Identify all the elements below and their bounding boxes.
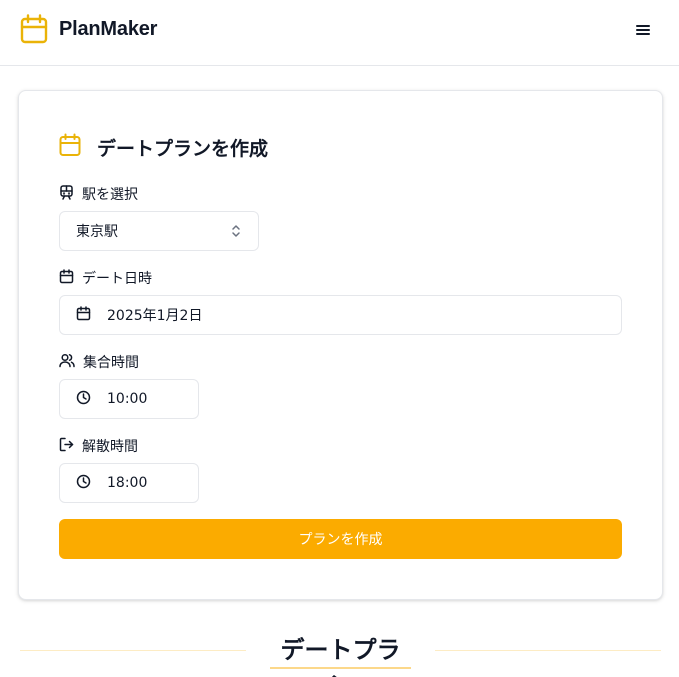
end-time-label-text: 解散時間 (82, 439, 138, 455)
create-plan-button[interactable]: プランを作成 (59, 519, 622, 559)
form-title-text: デートプランを作成 (97, 137, 269, 160)
app-name: PlanMaker (59, 17, 158, 40)
calendar-icon (59, 133, 81, 161)
title-underline (270, 667, 411, 669)
date-label-text: デート日時 (82, 271, 152, 287)
users-icon (59, 353, 75, 372)
date-picker[interactable]: 2025年1月2日 (59, 295, 622, 335)
date-value: 2025年1月2日 (107, 308, 203, 324)
meet-time-label-text: 集合時間 (83, 355, 139, 371)
meet-time-input[interactable]: 10:00 (59, 379, 199, 419)
station-select[interactable]: 東京駅 (59, 211, 259, 251)
plan-section-heading: デートプラン (0, 628, 679, 677)
hamburger-menu-icon (636, 21, 650, 40)
brand[interactable]: PlanMaker (20, 14, 157, 44)
calendar-icon (59, 268, 74, 288)
log-out-icon (59, 437, 74, 456)
chevron-up-down-icon (230, 223, 242, 243)
plan-section-title: デートプラン (280, 636, 401, 677)
clock-icon (76, 474, 91, 493)
app-header: PlanMaker (0, 0, 679, 66)
end-time-input[interactable]: 18:00 (59, 463, 199, 503)
calendar-icon (20, 14, 48, 44)
meet-time-label: 集合時間 (59, 352, 139, 372)
calendar-icon (76, 305, 91, 325)
end-time-label: 解散時間 (59, 436, 138, 456)
station-select-value: 東京駅 (76, 224, 118, 240)
date-label: デート日時 (59, 268, 152, 288)
divider-right (435, 650, 661, 651)
form-title: デートプランを作成 (59, 133, 268, 161)
station-label: 駅を選択 (59, 184, 138, 204)
clock-icon (76, 390, 91, 409)
plan-form-card: デートプランを作成 駅を選択 東京駅 デート日時 2025年1月2日 集合時間 … (18, 90, 663, 600)
train-icon (59, 184, 74, 204)
station-label-text: 駅を選択 (82, 187, 138, 203)
meet-time-value: 10:00 (107, 391, 148, 407)
end-time-value: 18:00 (107, 475, 148, 491)
menu-button[interactable] (630, 18, 656, 42)
divider-left (20, 650, 246, 651)
